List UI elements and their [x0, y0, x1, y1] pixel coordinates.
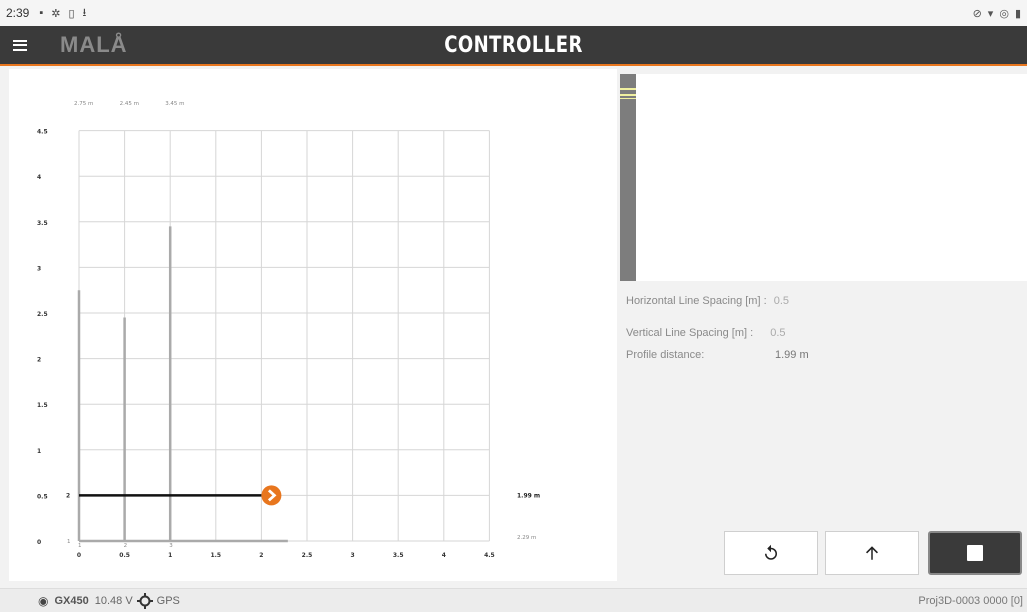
- bottom-status-bar: ◉ GX450 10.48 V GPS Proj3D-0003 0000 [0]: [0, 588, 1027, 612]
- x-tick-label: 4: [442, 552, 446, 559]
- arrow-up-icon: [866, 546, 878, 560]
- x-tick-label: 3: [351, 552, 355, 559]
- x-tick-label: 0.5: [119, 552, 130, 559]
- device-icon: ◉: [38, 593, 49, 608]
- menu-button[interactable]: [0, 25, 40, 65]
- y-tick-label: 0: [37, 539, 41, 546]
- status-bar: 2:39 ▪ ✲ ▯ ⭳ ⊘ ▾ ◎ ▮: [0, 0, 1027, 26]
- mala-logo: MALÅ: [60, 32, 128, 57]
- stop-icon: [967, 545, 983, 561]
- x-tick-label: 0: [77, 552, 81, 559]
- h-spacing-label: Horizontal Line Spacing [m] :: [626, 295, 767, 307]
- gps-icon: [136, 592, 153, 609]
- x-tick-label: 2.5: [302, 552, 313, 559]
- x-tick-label: 2: [259, 552, 263, 559]
- trace-highlight: [620, 94, 636, 96]
- x-tick-label: 4.5: [484, 552, 495, 559]
- undo-button[interactable]: [724, 531, 818, 575]
- profile-distance-label: Profile distance:: [626, 349, 705, 361]
- gps-label: GPS: [156, 594, 180, 607]
- survey-grid[interactable]: 4.5 4 3.5 3 2.5 2 1.5 1 0.5 0 0 0.5 1 1.5 2 2.5 3 3.5 4 4.5…: [9, 69, 617, 581]
- v-spacing-value: 0.5: [770, 327, 786, 339]
- download-icon: ⭳: [82, 6, 87, 19]
- line-number: 1: [67, 539, 71, 545]
- battery-icon: ▮: [1014, 7, 1021, 20]
- stop-button[interactable]: [928, 531, 1022, 575]
- y-tick-label: 4.5: [37, 129, 48, 136]
- current-distance-label: 1.99 m: [517, 492, 540, 499]
- profile-length-label: 2.45 m: [120, 101, 139, 107]
- y-tick-label: 1.5: [37, 402, 48, 409]
- mute-icon: ⊘: [972, 7, 982, 20]
- hamburger-icon: [13, 39, 27, 51]
- status-time: 2:39: [6, 6, 30, 20]
- voltage: 10.48 V: [94, 594, 133, 607]
- page-title: CONTROLLER: [444, 33, 583, 58]
- profile-length-label: 2.75 m: [74, 101, 93, 107]
- x-tick-label: 1: [168, 552, 172, 559]
- grid-panel: 4.5 4 3.5 3 2.5 2 1.5 1 0.5 0 0 0.5 1 1.5 2 2.5 3 3.5 4 4.5…: [9, 69, 617, 581]
- x-tick-label: 3.5: [393, 552, 404, 559]
- radargram-trace: [620, 74, 636, 281]
- y-tick-label: 3: [37, 265, 41, 272]
- y-tick-label: 4: [37, 174, 41, 181]
- image-icon: ▪: [39, 7, 44, 19]
- position-marker: [261, 485, 282, 506]
- line-number: 2: [124, 543, 128, 549]
- device-name: GX450: [54, 594, 89, 607]
- wifi-icon: ▾: [987, 7, 994, 20]
- app-bar: MALÅ CONTROLLER: [0, 26, 1027, 66]
- y-tick-label: 2.5: [37, 311, 48, 318]
- end-distance-label: 2.29 m: [517, 535, 536, 541]
- trace-highlight: [620, 98, 636, 99]
- profile-length-label: 3.45 m: [165, 101, 184, 107]
- v-spacing-label: Vertical Line Spacing [m] :: [626, 327, 754, 339]
- h-spacing-value: 0.5: [773, 295, 789, 307]
- y-tick-label: 3.5: [37, 220, 48, 227]
- y-tick-label: 2: [37, 357, 41, 364]
- sim-icon: ▯: [68, 7, 75, 20]
- settings-icon: ✲: [51, 7, 61, 20]
- profile-distance-value: 1.99 m: [775, 349, 809, 361]
- undo-icon: [765, 544, 777, 560]
- radargram-view: [620, 74, 1027, 281]
- line-number: 1: [78, 543, 82, 549]
- line-number: 3: [169, 543, 173, 549]
- trace-highlight: [620, 88, 636, 90]
- right-panel: Horizontal Line Spacing [m] : 0.5 Vertic…: [617, 69, 1027, 581]
- line-number: 2: [66, 492, 70, 499]
- y-tick-label: 1: [37, 448, 41, 455]
- project-name: Proj3D-0003 0000 [0]: [918, 594, 1023, 607]
- y-tick-label: 0.5: [37, 493, 48, 500]
- signal-icon: ◎: [999, 7, 1009, 20]
- next-line-button[interactable]: [825, 531, 919, 575]
- x-tick-label: 1.5: [210, 552, 221, 559]
